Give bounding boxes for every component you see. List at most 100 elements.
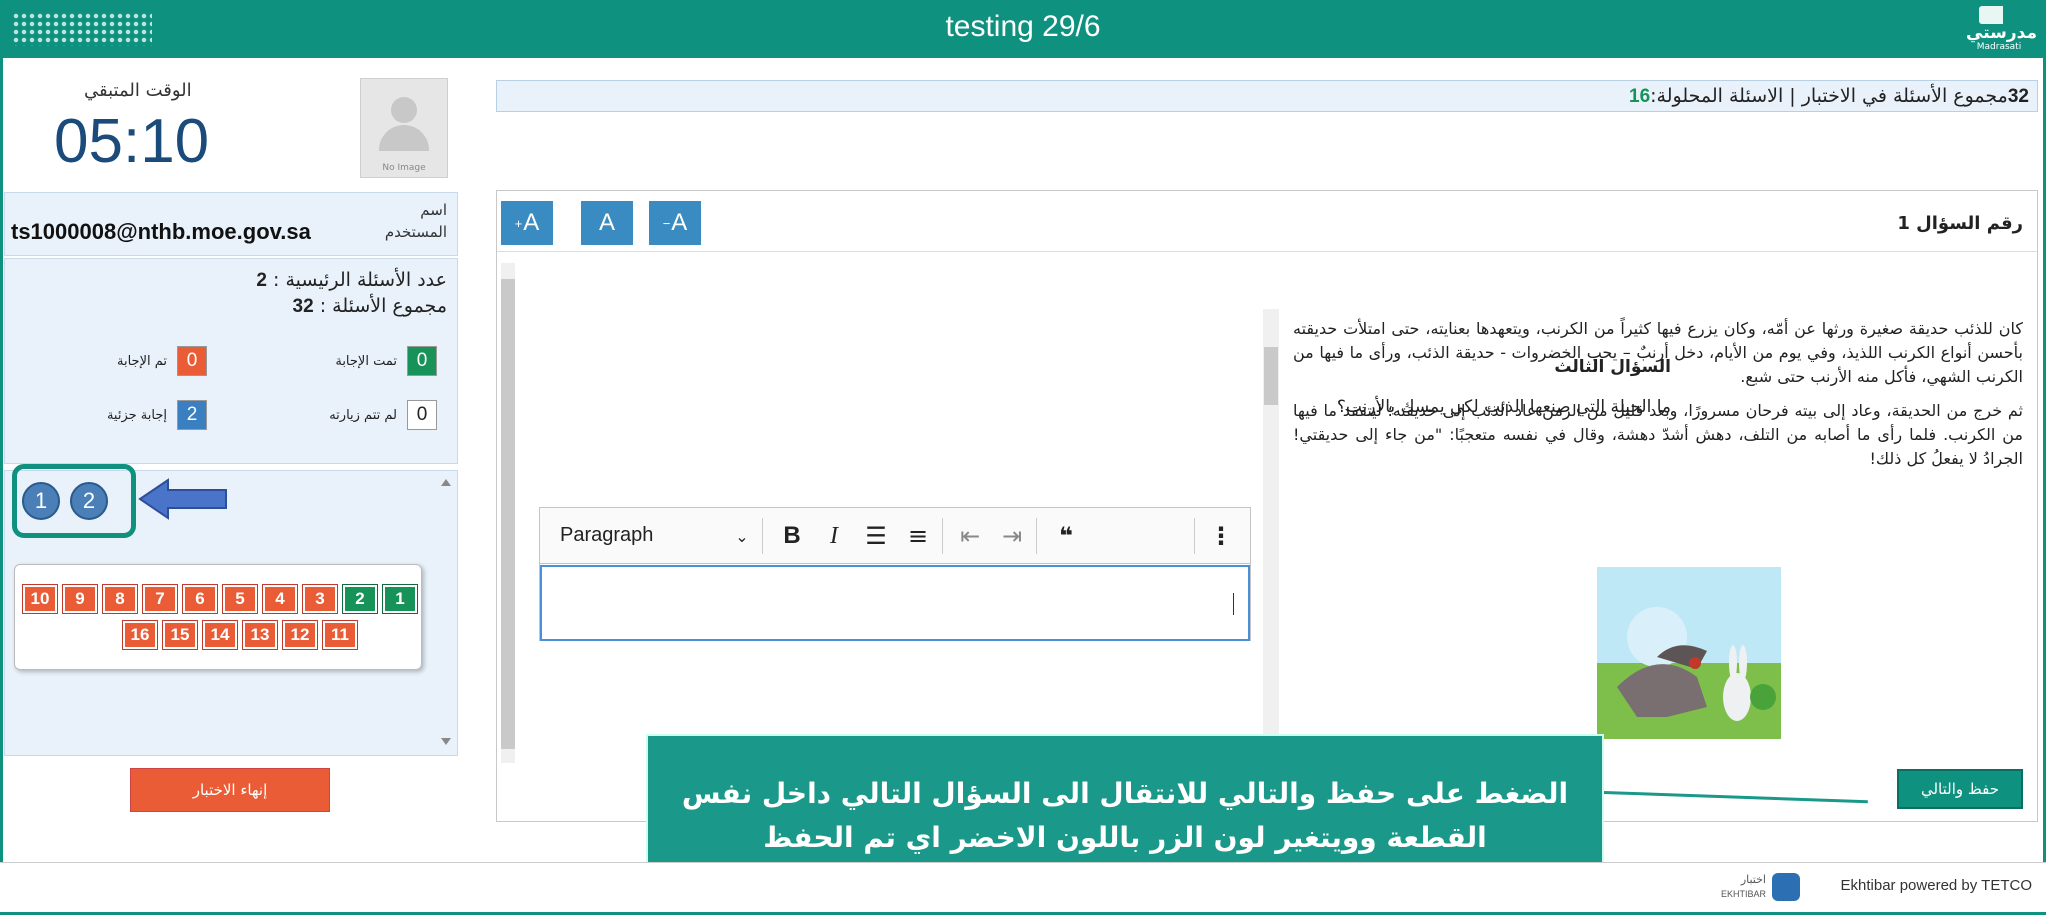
passage-paragraph-2: ثم خرج من الحديقة، وعاد إلى بيته فرحان م… xyxy=(1293,401,2023,468)
ekhtibar-badge-icon xyxy=(1772,873,1800,901)
question-number-15[interactable]: 15 xyxy=(162,620,198,650)
question-panel: + A A − A رقم السؤال 1 السؤال الثالث ما ال… xyxy=(496,190,2038,822)
end-exam-button[interactable]: إنهاء الاختبار xyxy=(130,768,330,812)
timer-panel: الوقت المتبقي 05:10 No Image xyxy=(4,66,458,190)
font-normal-button[interactable]: A xyxy=(581,201,633,245)
question-number-4[interactable]: 4 xyxy=(262,584,298,614)
toolbar-separator xyxy=(1036,518,1037,554)
nav-scrollbar[interactable] xyxy=(439,477,453,747)
logo-mark-icon xyxy=(1979,6,2019,24)
passage-scrollbar[interactable] xyxy=(1263,309,1279,753)
footer: اختبار EKHTIBAR Ekhtibar powered by TETC… xyxy=(0,862,2046,912)
question-number-10[interactable]: 10 xyxy=(22,584,58,614)
main-questions-value: 2 xyxy=(256,270,267,291)
summary-text: 32مجموع الأسئلة في الاختبار | الاسئلة ال… xyxy=(1629,85,2029,108)
timer-label: الوقت المتبقي xyxy=(84,80,192,101)
answer-scrollbar[interactable] xyxy=(501,263,515,763)
question-number-12[interactable]: 12 xyxy=(282,620,318,650)
font-increase-button[interactable]: + A xyxy=(501,201,553,245)
answer-scroll-thumb[interactable] xyxy=(501,279,515,749)
passage-scroll-thumb[interactable] xyxy=(1264,347,1278,405)
question-number-5[interactable]: 5 xyxy=(222,584,258,614)
question-number-label: رقم السؤال 1 xyxy=(1897,213,2023,234)
legend-answered: 0 تمت الإجابة xyxy=(335,345,437,377)
legend-partial-count: 2 xyxy=(177,400,207,430)
scroll-down-icon[interactable] xyxy=(441,738,451,745)
total-questions-value: 32 xyxy=(292,296,314,317)
bulleted-list-icon[interactable]: ☰ xyxy=(860,518,892,554)
total-questions-label: مجموع الأسئلة : xyxy=(319,295,447,317)
ekhtibar-logo: اختبار EKHTIBAR xyxy=(1710,871,1800,905)
scroll-up-icon[interactable] xyxy=(441,479,451,486)
top-bar: testing 29/6 مدرستي Madrasati xyxy=(0,0,2046,58)
callout-line-2: القطعة وويتغير لون الزر باللون الاخضر اي… xyxy=(763,821,1487,854)
question-number-16[interactable]: 16 xyxy=(122,620,158,650)
legend-answered-label: تمت الإجابة xyxy=(335,353,397,369)
callout-line-1: الضغط على حفظ والتالي للانتقال الى السؤا… xyxy=(681,777,1569,810)
question-number-2[interactable]: 2 xyxy=(342,584,378,614)
answer-text-area[interactable] xyxy=(540,565,1250,641)
user-panel: اسم المستخدم ts1000008@nthb.moe.gov.sa xyxy=(4,192,458,256)
question-number-7[interactable]: 7 xyxy=(142,584,178,614)
italic-icon[interactable]: I xyxy=(818,518,850,554)
username-label-2: المستخدم xyxy=(384,223,447,241)
summary-total-count: 32 xyxy=(2007,86,2029,107)
block-format-select[interactable]: Paragraph xyxy=(560,524,653,547)
question-number-14[interactable]: 14 xyxy=(202,620,238,650)
question-number-11[interactable]: 11 xyxy=(322,620,358,650)
outdent-icon[interactable]: ⇤ xyxy=(954,518,986,554)
indent-icon[interactable]: ⇥ xyxy=(996,518,1028,554)
powered-by-text: Ekhtibar powered by TETCO xyxy=(1840,877,2032,894)
chevron-down-icon[interactable]: ⌄ xyxy=(730,518,754,554)
summary-label: مجموع الأسئلة في الاختبار | الاسئلة المح… xyxy=(1650,85,2008,107)
toolbar-separator xyxy=(1194,518,1195,554)
question-grid-popup: 10 9 8 7 6 5 4 3 2 1 16 15 14 13 12 11 xyxy=(14,564,422,670)
madrasati-logo: مدرستي Madrasati xyxy=(1966,6,2037,52)
reading-passage: كان للذئب حديقة صغيرة ورثها عن أمّه، وكا… xyxy=(1293,317,2023,481)
divider xyxy=(497,251,2037,252)
toolbar-separator xyxy=(762,518,763,554)
answer-editor[interactable]: Paragraph ⌄ B I ☰ ≡ ⇤ ⇥ ❝ ⋮ xyxy=(539,507,1251,641)
annotation-highlight xyxy=(12,464,136,538)
text-caret xyxy=(1233,593,1234,615)
question-number-1[interactable]: 1 xyxy=(382,584,418,614)
ekhtibar-logo-en: EKHTIBAR xyxy=(1720,889,1766,899)
question-number-6[interactable]: 6 xyxy=(182,584,218,614)
bold-icon[interactable]: B xyxy=(776,518,808,554)
legend-not-visited: 0 لم تتم زيارته xyxy=(329,399,437,431)
blockquote-icon[interactable]: ❝ xyxy=(1048,518,1084,554)
question-number-9[interactable]: 9 xyxy=(62,584,98,614)
legend-not-visited-count: 0 xyxy=(407,400,437,430)
main-questions-label: عدد الأسئلة الرئيسية : xyxy=(273,269,447,291)
legend-partial-label: إجابة جزئية xyxy=(106,407,167,423)
user-email: ts1000008@nthb.moe.gov.sa xyxy=(11,219,311,244)
stats-panel: عدد الأسئلة الرئيسية : 2 مجموع الأسئلة :… xyxy=(4,258,458,464)
font-increase-label: A xyxy=(523,209,540,236)
question-number-8[interactable]: 8 xyxy=(102,584,138,614)
legend-answered-alt: 0 تم الإجابة xyxy=(117,345,207,377)
editor-toolbar: Paragraph ⌄ B I ☰ ≡ ⇤ ⇥ ❝ ⋮ xyxy=(540,508,1250,564)
annotation-arrow-icon xyxy=(138,478,227,520)
numbered-list-icon[interactable]: ≡ xyxy=(902,518,934,554)
avatar-no-image-label: No Image xyxy=(382,163,426,173)
save-next-button[interactable]: حفظ والتالي xyxy=(1897,769,2023,809)
avatar-head-icon xyxy=(391,97,417,123)
more-options-icon[interactable]: ⋮ xyxy=(1206,518,1236,554)
legend-answered-alt-label: تم الإجابة xyxy=(116,353,167,369)
passage-paragraph-1: كان للذئب حديقة صغيرة ورثها عن أمّه، وكا… xyxy=(1293,319,2023,386)
legend-partial: 2 إجابة جزئية xyxy=(107,399,207,431)
total-questions-stat: مجموع الأسئلة : 32 xyxy=(293,295,448,318)
avatar: No Image xyxy=(360,78,448,178)
font-normal-label: A xyxy=(598,209,615,236)
story-illustration xyxy=(1597,567,1781,739)
summary-solved-count: 16 xyxy=(1629,86,1651,107)
username-label-1: اسم xyxy=(420,201,447,219)
font-decrease-label: A xyxy=(671,209,688,236)
logo-text-ar: مدرستي xyxy=(1966,23,2037,43)
question-number-13[interactable]: 13 xyxy=(242,620,278,650)
legend-answered-count: 0 xyxy=(407,346,437,376)
summary-bar: 32مجموع الأسئلة في الاختبار | الاسئلة ال… xyxy=(496,80,2038,112)
font-decrease-button[interactable]: − A xyxy=(649,201,701,245)
exam-title: testing 29/6 xyxy=(945,10,1101,43)
question-number-3[interactable]: 3 xyxy=(302,584,338,614)
